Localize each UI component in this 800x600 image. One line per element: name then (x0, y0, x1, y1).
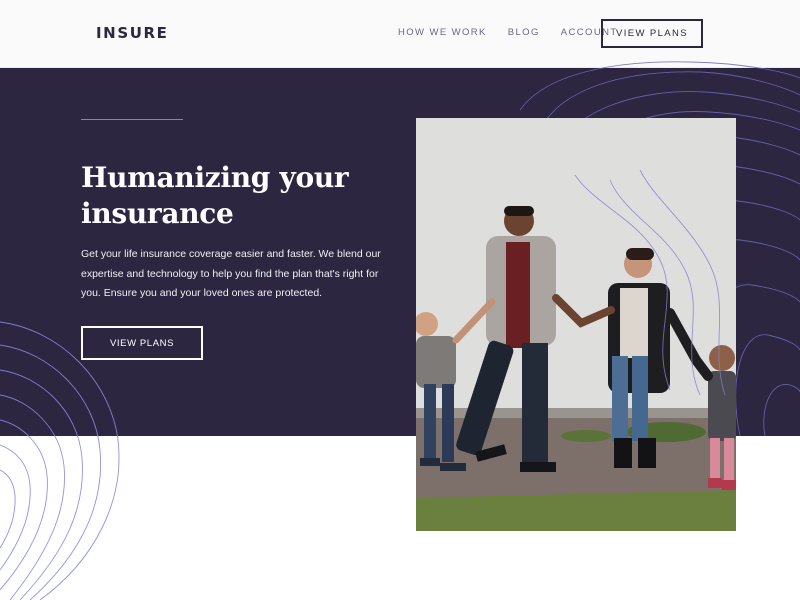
hero-description: Get your life insurance coverage easier … (81, 248, 381, 300)
hero-title-line1: Humanizing your (81, 161, 349, 194)
view-plans-button-hero[interactable]: VIEW PLANS (81, 326, 203, 360)
nav-link-how-we-work[interactable]: HOW WE WORK (398, 27, 487, 38)
logo[interactable]: INSURE (96, 24, 169, 42)
hero-family-photo (416, 118, 736, 531)
site-header: INSURE HOW WE WORK BLOG ACCOUNT VIEW PLA… (0, 0, 800, 68)
hero-title: Humanizing your insurance (81, 160, 381, 232)
nav-link-blog[interactable]: BLOG (508, 27, 540, 38)
view-plans-button-header[interactable]: VIEW PLANS (601, 19, 703, 48)
hero-divider (81, 119, 183, 120)
hero-title-line2: insurance (81, 197, 234, 230)
main-nav: HOW WE WORK BLOG ACCOUNT (398, 27, 618, 38)
